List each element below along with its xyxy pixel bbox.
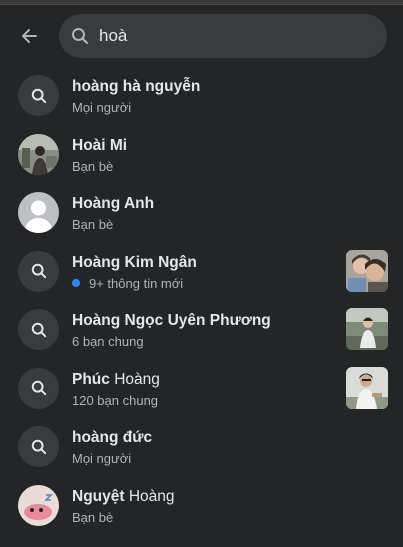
result-subtitle: Bạn bè xyxy=(72,217,114,232)
back-button[interactable] xyxy=(13,20,45,52)
result-row[interactable]: Phúc Hoàng 120 bạn chung xyxy=(0,359,403,418)
result-subtitle: 9+ thông tin mới xyxy=(72,276,183,291)
result-name: Hoàng Ngọc Uyên Phương xyxy=(72,312,271,329)
result-name: hoàng hà nguyễn xyxy=(72,78,201,95)
search-icon xyxy=(31,380,46,396)
result-row[interactable]: hoàng hà nguyễn Mọi người xyxy=(0,66,403,125)
result-name: Hoàng Anh xyxy=(72,195,155,212)
profile-thumbnail xyxy=(346,366,388,409)
result-row[interactable]: Nguyệt Hoàng Bạn bè xyxy=(0,476,403,535)
search-icon xyxy=(31,263,46,279)
search-icon-avatar xyxy=(18,309,59,350)
result-name: hoàng đức xyxy=(72,429,153,446)
result-row[interactable]: Hoàng Kim Ngân 9+ thông tin mới xyxy=(0,242,403,301)
result-row[interactable]: Hoài Mi Bạn bè xyxy=(0,125,403,184)
result-subtitle: Mọi người xyxy=(72,100,132,115)
search-results-list: hoàng hà nguyễn Mọi người Hoài Mi Bạn bè… xyxy=(0,66,403,534)
result-subtitle: Bạn bè xyxy=(72,158,114,174)
search-icon-avatar xyxy=(18,367,59,409)
result-row[interactable]: hoàng đức Mọi người xyxy=(0,417,403,476)
result-row[interactable]: Hoàng Anh Bạn bè xyxy=(0,183,403,242)
search-icon-avatar xyxy=(18,426,59,467)
profile-thumbnail xyxy=(346,308,388,350)
result-name: Phúc Hoàng xyxy=(72,370,160,388)
search-icon xyxy=(71,26,91,46)
search-header xyxy=(0,12,403,60)
avatar xyxy=(18,484,59,526)
result-subtitle: 6 bạn chung xyxy=(72,334,144,349)
search-icon xyxy=(31,439,46,454)
search-input[interactable] xyxy=(99,26,369,46)
search-icon xyxy=(31,88,46,103)
result-subtitle: 120 bạn chung xyxy=(72,392,159,408)
result-subtitle: Bạn bè xyxy=(72,509,114,525)
search-icon-avatar xyxy=(18,250,59,292)
avatar xyxy=(18,133,59,175)
result-name: Hoài Mi xyxy=(72,136,128,154)
result-subtitle: Mọi người xyxy=(72,451,132,466)
person-icon xyxy=(24,200,53,233)
search-icon-avatar xyxy=(18,75,59,116)
search-box[interactable] xyxy=(59,14,387,58)
profile-thumbnail xyxy=(346,249,388,292)
result-row[interactable]: Hoàng Ngọc Uyên Phương 6 bạn chung xyxy=(0,300,403,359)
arrow-left-icon xyxy=(22,29,37,43)
search-icon xyxy=(31,322,46,337)
unread-dot-icon xyxy=(72,279,80,287)
default-avatar xyxy=(18,192,59,233)
result-name: Nguyệt Hoàng xyxy=(72,487,175,505)
result-name: Hoàng Kim Ngân xyxy=(72,253,197,271)
window-top-edge xyxy=(0,0,403,5)
